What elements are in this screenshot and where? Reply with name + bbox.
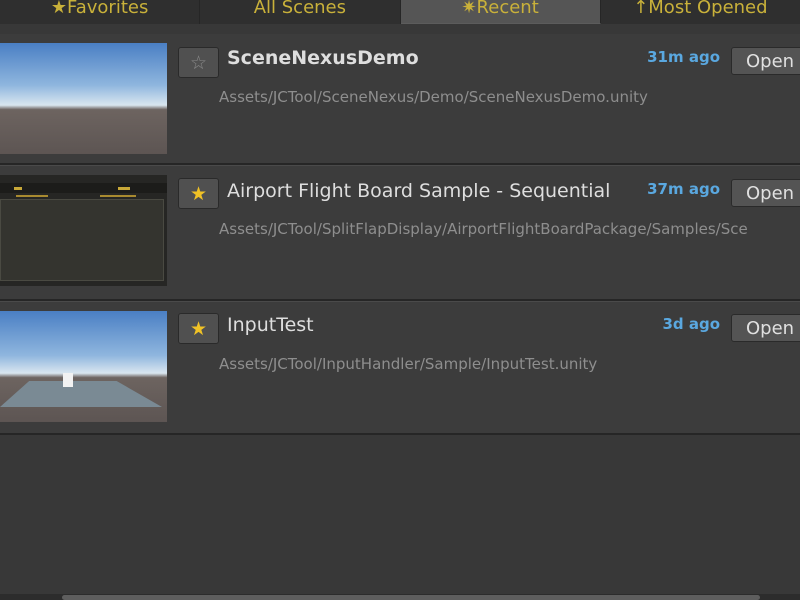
tab-favorites[interactable]: ★Favorites xyxy=(0,0,201,24)
last-opened-time: 3d ago xyxy=(662,315,720,333)
board-light xyxy=(14,187,22,190)
favorite-toggle-button[interactable]: ★ xyxy=(178,313,219,344)
star-filled-icon: ★ xyxy=(189,182,208,205)
star-filled-icon: ★ xyxy=(189,317,208,340)
scene-path: Assets/JCTool/SceneNexus/Demo/SceneNexus… xyxy=(219,88,648,106)
board-header-strip xyxy=(0,183,167,193)
scene-thumbnail xyxy=(0,175,167,286)
open-scene-button[interactable]: Open xyxy=(731,179,800,207)
board-frame xyxy=(0,199,164,281)
scene-row[interactable]: ☆ SceneNexusDemo Assets/JCTool/SceneNexu… xyxy=(0,34,800,165)
tab-all-scenes[interactable]: All Scenes xyxy=(200,0,401,24)
view-tabs: ★Favorites All Scenes ✷Recent ↑Most Open… xyxy=(0,0,800,24)
tab-recent[interactable]: ✷Recent xyxy=(400,0,601,24)
scene-thumbnail xyxy=(0,43,167,154)
scene-row[interactable]: ★ InputTest Assets/JCTool/InputHandler/S… xyxy=(0,301,800,435)
scene-name: InputTest xyxy=(227,314,314,336)
scene-path: Assets/JCTool/InputHandler/Sample/InputT… xyxy=(219,355,598,373)
tab-most-opened[interactable]: ↑Most Opened xyxy=(601,0,800,24)
last-opened-time: 37m ago xyxy=(647,180,720,198)
open-scene-button[interactable]: Open xyxy=(731,314,800,342)
board-light xyxy=(100,195,136,197)
board-light xyxy=(16,195,48,197)
board-light xyxy=(118,187,130,190)
scene-cube xyxy=(63,373,73,387)
scene-name: SceneNexusDemo xyxy=(227,47,419,69)
scene-thumbnail xyxy=(0,311,167,422)
scene-name: Airport Flight Board Sample - Sequential xyxy=(227,180,611,202)
scene-list: ☆ SceneNexusDemo Assets/JCTool/SceneNexu… xyxy=(0,34,800,435)
star-outline-icon: ☆ xyxy=(189,51,208,74)
scrollbar-thumb[interactable] xyxy=(62,595,760,600)
last-opened-time: 31m ago xyxy=(647,48,720,66)
favorite-toggle-button[interactable]: ☆ xyxy=(178,47,219,78)
favorite-toggle-button[interactable]: ★ xyxy=(178,178,219,209)
scene-path: Assets/JCTool/SplitFlapDisplay/AirportFl… xyxy=(219,220,748,238)
horizontal-scrollbar[interactable] xyxy=(0,594,800,600)
open-scene-button[interactable]: Open xyxy=(731,47,800,75)
ground-plane xyxy=(0,381,162,407)
scene-row[interactable]: ★ Airport Flight Board Sample - Sequenti… xyxy=(0,165,800,301)
